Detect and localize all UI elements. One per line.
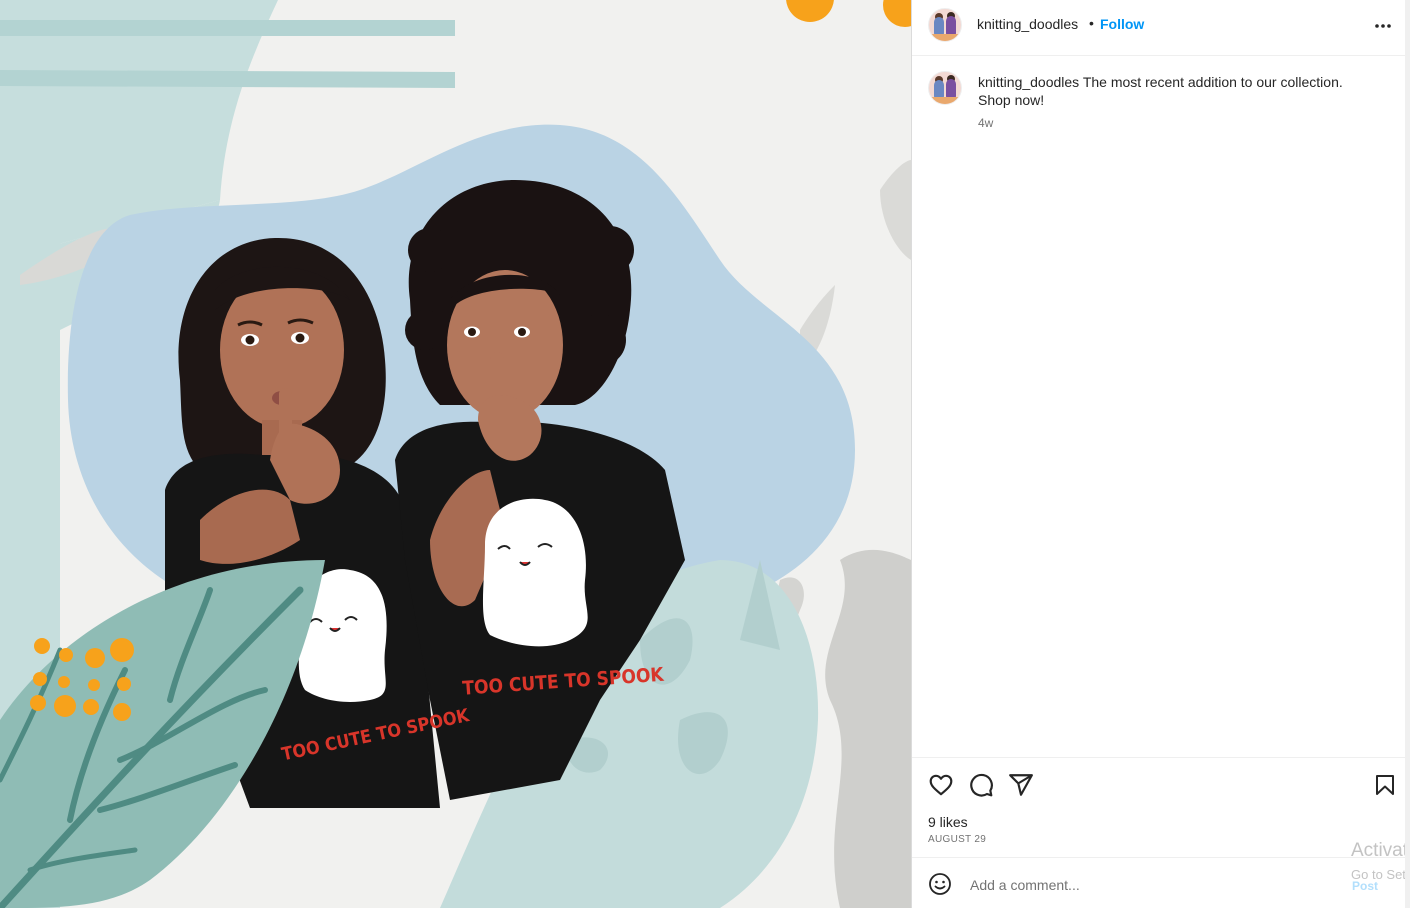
comment-bar: Post <box>912 857 1410 909</box>
share-icon[interactable] <box>1008 772 1034 798</box>
emoji-icon[interactable] <box>928 872 952 896</box>
bookmark-icon[interactable] <box>1373 772 1397 798</box>
post-date: AUGUST 29 <box>928 834 987 845</box>
comment-input[interactable] <box>968 873 1342 897</box>
caption-username[interactable]: knitting_doodles <box>978 74 1079 90</box>
likes-count[interactable]: 9 likes <box>928 814 968 830</box>
post-actions: 9 likes AUGUST 29 <box>912 757 1410 858</box>
caption-timestamp[interactable]: 4w <box>978 116 993 130</box>
caption-avatar[interactable] <box>928 71 962 105</box>
post-image[interactable]: TOO CUTE TO SPOOK TOO CUTE TO SPOOK <box>0 0 911 908</box>
scrollbar[interactable] <box>1405 0 1410 908</box>
heart-icon[interactable] <box>928 772 954 798</box>
post-caption: knitting_doodles The most recent additio… <box>978 73 1378 109</box>
avatar[interactable] <box>928 8 962 42</box>
activation-watermark-sub: Go to Set <box>1351 867 1406 882</box>
follow-button[interactable]: Follow <box>1100 16 1144 32</box>
post-illustration: TOO CUTE TO SPOOK TOO CUTE TO SPOOK <box>0 0 911 908</box>
post-header: knitting_doodles • Follow <box>912 0 1410 56</box>
more-options-icon[interactable] <box>1374 17 1392 35</box>
post-detail-panel: knitting_doodles • Follow knitting_doodl… <box>911 0 1410 908</box>
header-username[interactable]: knitting_doodles <box>977 16 1078 32</box>
comment-icon[interactable] <box>968 772 994 798</box>
activation-watermark: Activat <box>1351 840 1409 861</box>
separator-dot: • <box>1089 15 1094 31</box>
